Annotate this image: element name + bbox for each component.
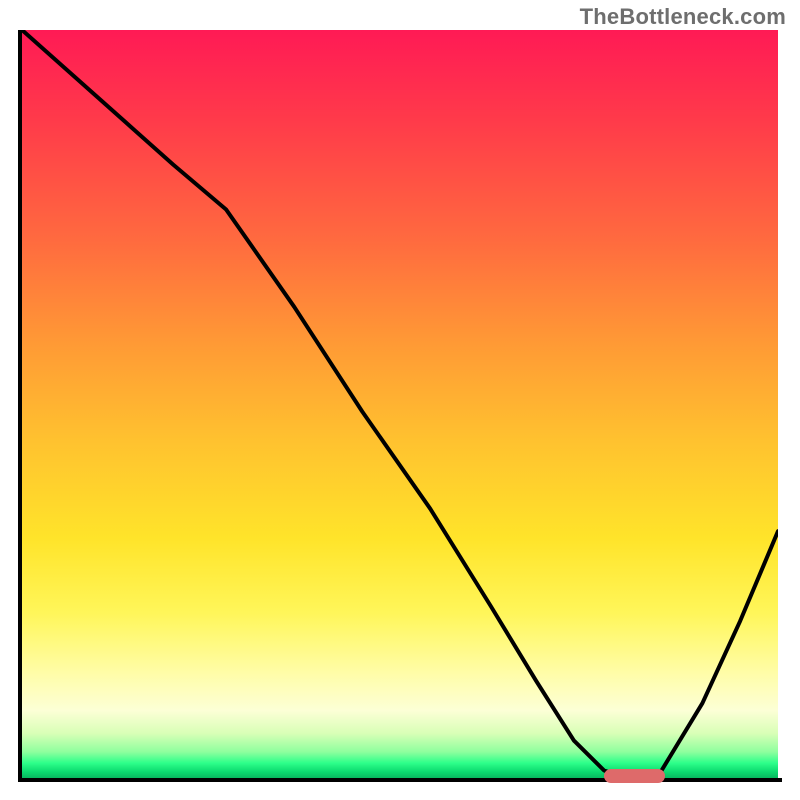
- watermark-text: TheBottleneck.com: [580, 4, 786, 30]
- optimal-marker: [604, 769, 664, 783]
- x-axis: [18, 778, 782, 782]
- bottleneck-curve: [22, 30, 778, 778]
- bottleneck-chart: TheBottleneck.com: [0, 0, 800, 800]
- curve-layer: [22, 30, 778, 778]
